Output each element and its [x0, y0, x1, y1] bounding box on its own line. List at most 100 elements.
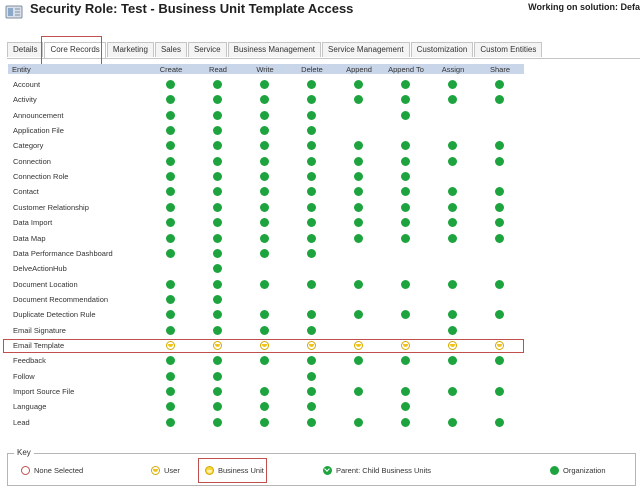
organization-level-icon[interactable] [448, 310, 457, 320]
organization-level-icon[interactable] [448, 233, 457, 243]
organization-level-icon[interactable] [260, 202, 269, 212]
organization-level-icon[interactable] [448, 279, 457, 289]
tab-details[interactable]: Details [7, 42, 44, 57]
user-level-icon[interactable] [213, 340, 222, 350]
user-level-icon[interactable] [354, 340, 363, 350]
organization-level-icon[interactable] [260, 95, 269, 105]
organization-level-icon[interactable] [166, 294, 175, 304]
organization-level-icon[interactable] [166, 110, 175, 120]
organization-level-icon[interactable] [166, 218, 175, 228]
organization-level-icon[interactable] [166, 80, 175, 89]
organization-level-icon[interactable] [307, 172, 316, 182]
organization-level-icon[interactable] [401, 310, 410, 320]
organization-level-icon[interactable] [260, 126, 269, 136]
organization-level-icon[interactable] [401, 80, 410, 89]
organization-level-icon[interactable] [166, 310, 175, 320]
organization-level-icon[interactable] [495, 310, 504, 320]
user-level-icon[interactable] [495, 340, 504, 350]
organization-level-icon[interactable] [401, 95, 410, 105]
organization-level-icon[interactable] [307, 310, 316, 320]
organization-level-icon[interactable] [448, 387, 457, 396]
organization-level-icon[interactable] [401, 233, 410, 243]
organization-level-icon[interactable] [401, 202, 410, 212]
organization-level-icon[interactable] [495, 233, 504, 243]
organization-level-icon[interactable] [260, 187, 269, 197]
organization-level-icon[interactable] [307, 126, 316, 136]
organization-level-icon[interactable] [495, 202, 504, 212]
organization-level-icon[interactable] [495, 141, 504, 151]
organization-level-icon[interactable] [166, 141, 175, 151]
organization-level-icon[interactable] [260, 110, 269, 120]
organization-level-icon[interactable] [166, 325, 175, 335]
organization-level-icon[interactable] [213, 248, 222, 258]
organization-level-icon[interactable] [307, 387, 316, 396]
organization-level-icon[interactable] [213, 294, 222, 304]
organization-level-icon[interactable] [166, 95, 175, 105]
organization-level-icon[interactable] [307, 202, 316, 212]
organization-level-icon[interactable] [166, 233, 175, 243]
organization-level-icon[interactable] [354, 356, 363, 366]
organization-level-icon[interactable] [213, 402, 222, 412]
organization-level-icon[interactable] [213, 202, 222, 212]
organization-level-icon[interactable] [166, 356, 175, 366]
organization-level-icon[interactable] [213, 233, 222, 243]
organization-level-icon[interactable] [307, 356, 316, 366]
organization-level-icon[interactable] [213, 172, 222, 182]
organization-level-icon[interactable] [401, 402, 410, 412]
tab-sales[interactable]: Sales [154, 42, 187, 57]
organization-level-icon[interactable] [307, 110, 316, 120]
organization-level-icon[interactable] [213, 126, 222, 136]
organization-level-icon[interactable] [307, 156, 316, 166]
organization-level-icon[interactable] [166, 248, 175, 258]
tab-custom-entities[interactable]: Custom Entities [474, 42, 543, 57]
organization-level-icon[interactable] [166, 279, 175, 289]
organization-level-icon[interactable] [260, 218, 269, 228]
organization-level-icon[interactable] [213, 310, 222, 320]
organization-level-icon[interactable] [401, 417, 410, 427]
organization-level-icon[interactable] [260, 156, 269, 166]
user-level-icon[interactable] [260, 340, 269, 350]
organization-level-icon[interactable] [307, 233, 316, 243]
tab-marketing[interactable]: Marketing [106, 42, 154, 57]
organization-level-icon[interactable] [166, 156, 175, 166]
organization-level-icon[interactable] [354, 417, 363, 427]
organization-level-icon[interactable] [260, 325, 269, 335]
organization-level-icon[interactable] [260, 80, 269, 89]
organization-level-icon[interactable] [401, 172, 410, 182]
organization-level-icon[interactable] [354, 233, 363, 243]
organization-level-icon[interactable] [260, 141, 269, 151]
organization-level-icon[interactable] [448, 325, 457, 335]
organization-level-icon[interactable] [260, 233, 269, 243]
organization-level-icon[interactable] [307, 371, 316, 381]
organization-level-icon[interactable] [354, 202, 363, 212]
tab-service-management[interactable]: Service Management [322, 42, 410, 57]
organization-level-icon[interactable] [401, 156, 410, 166]
organization-level-icon[interactable] [401, 187, 410, 197]
organization-level-icon[interactable] [260, 310, 269, 320]
organization-level-icon[interactable] [495, 279, 504, 289]
organization-level-icon[interactable] [448, 356, 457, 366]
organization-level-icon[interactable] [307, 279, 316, 289]
organization-level-icon[interactable] [495, 417, 504, 427]
organization-level-icon[interactable] [448, 202, 457, 212]
organization-level-icon[interactable] [260, 172, 269, 182]
organization-level-icon[interactable] [260, 417, 269, 427]
organization-level-icon[interactable] [495, 387, 504, 396]
organization-level-icon[interactable] [354, 95, 363, 105]
organization-level-icon[interactable] [213, 356, 222, 366]
organization-level-icon[interactable] [495, 218, 504, 228]
organization-level-icon[interactable] [354, 310, 363, 320]
organization-level-icon[interactable] [166, 172, 175, 182]
organization-level-icon[interactable] [260, 248, 269, 258]
organization-level-icon[interactable] [354, 141, 363, 151]
organization-level-icon[interactable] [213, 95, 222, 105]
organization-level-icon[interactable] [213, 218, 222, 228]
tab-customization[interactable]: Customization [410, 42, 474, 57]
organization-level-icon[interactable] [354, 218, 363, 228]
organization-level-icon[interactable] [448, 141, 457, 151]
organization-level-icon[interactable] [307, 80, 316, 89]
organization-level-icon[interactable] [401, 387, 410, 396]
tab-business-management[interactable]: Business Management [227, 42, 322, 57]
organization-level-icon[interactable] [495, 80, 504, 89]
organization-level-icon[interactable] [401, 141, 410, 151]
